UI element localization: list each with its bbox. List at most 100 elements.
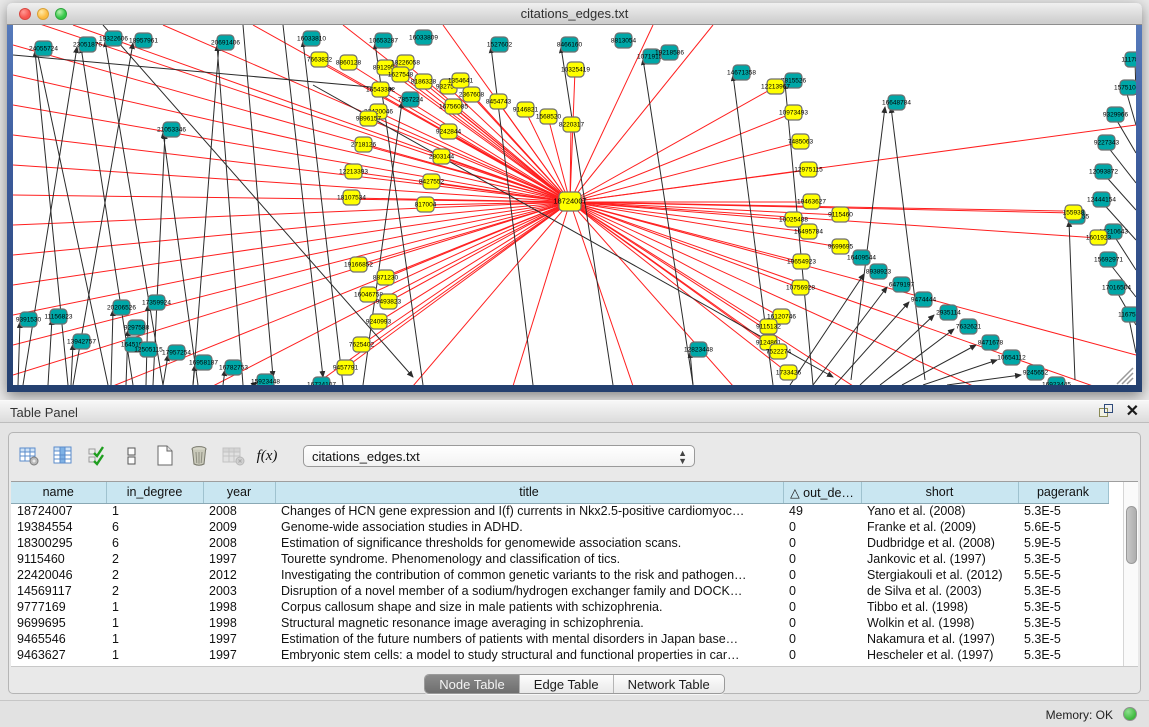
table-cell[interactable]: Estimation of the future numbers of pati…: [275, 631, 783, 647]
column-header-year[interactable]: year: [203, 482, 275, 503]
table-cell[interactable]: 1998: [203, 615, 275, 631]
select-rows-icon[interactable]: [85, 444, 109, 468]
table-cell[interactable]: 18724007: [11, 503, 106, 519]
graph-node[interactable]: 15751074: [1114, 80, 1136, 95]
table-row[interactable]: 1938455462009Genome-wide association stu…: [11, 519, 1108, 535]
table-cell[interactable]: Estimation of significance thresholds fo…: [275, 535, 783, 551]
table-row[interactable]: 977716911998Corpus callosum shape and si…: [11, 599, 1108, 615]
graph-node[interactable]: 7625402: [349, 337, 375, 352]
graph-node[interactable]: 12093872: [1089, 164, 1118, 179]
table-scrollbar-thumb[interactable]: [1126, 506, 1137, 564]
table-cell[interactable]: 22420046: [11, 567, 106, 583]
graph-node[interactable]: 15692971: [1094, 252, 1123, 267]
table-row[interactable]: 946362711997Embryonic stem cells: a mode…: [11, 647, 1108, 663]
graph-node[interactable]: 23051876: [73, 37, 102, 52]
graph-node[interactable]: 16033809: [409, 30, 438, 45]
table-cell[interactable]: 1997: [203, 551, 275, 567]
column-header-short[interactable]: short: [861, 482, 1018, 503]
tab-node-table[interactable]: Node Table: [425, 675, 520, 693]
column-header-out_de[interactable]: △ out_de…: [783, 482, 861, 503]
graph-node[interactable]: 1527602: [487, 37, 513, 52]
table-cell[interactable]: 9463627: [11, 647, 106, 663]
graph-node[interactable]: 10973493: [779, 105, 808, 120]
graph-node[interactable]: 18957961: [129, 33, 158, 48]
graph-node[interactable]: 17016504: [1102, 280, 1131, 295]
table-row[interactable]: 1830029562008Estimation of significance …: [11, 535, 1108, 551]
graph-node[interactable]: 2367608: [459, 87, 485, 102]
graph-node[interactable]: 12444154: [1087, 192, 1116, 207]
table-row[interactable]: 2242004622012Investigating the contribut…: [11, 567, 1108, 583]
graph-node[interactable]: 1117800: [1121, 52, 1136, 67]
table-cell[interactable]: 0: [783, 615, 861, 631]
column-header-name[interactable]: name: [11, 482, 106, 503]
table-cell[interactable]: 5.3E-5: [1018, 631, 1108, 647]
table-cell[interactable]: 0: [783, 535, 861, 551]
graph-node[interactable]: 7663822: [307, 52, 333, 67]
table-cell[interactable]: 5.3E-5: [1018, 503, 1108, 519]
table-settings-icon[interactable]: [17, 444, 41, 468]
table-cell[interactable]: 1: [106, 631, 203, 647]
graph-node[interactable]: 19654923: [787, 254, 816, 269]
table-cell[interactable]: 9699695: [11, 615, 106, 631]
graph-node[interactable]: 9457791: [333, 360, 359, 375]
graph-node[interactable]: 18107534: [337, 190, 366, 205]
close-panel-icon[interactable]: ✕: [1126, 404, 1139, 419]
table-cell[interactable]: Tibbo et al. (1998): [861, 599, 1018, 615]
table-cell[interactable]: 1: [106, 647, 203, 663]
column-chooser-icon[interactable]: [51, 444, 75, 468]
graph-node[interactable]: 20206526: [107, 300, 136, 315]
table-scrollbar[interactable]: [1123, 482, 1138, 666]
graph-node[interactable]: 10653287: [369, 33, 398, 48]
table-cell[interactable]: 0: [783, 567, 861, 583]
graph-node[interactable]: 14671358: [727, 65, 756, 80]
table-cell[interactable]: 1997: [203, 631, 275, 647]
table-cell[interactable]: 0: [783, 599, 861, 615]
new-file-icon[interactable]: [153, 444, 177, 468]
table-cell[interactable]: 2008: [203, 535, 275, 551]
delete-trash-icon[interactable]: [187, 444, 211, 468]
graph-node[interactable]: 8454743: [486, 94, 512, 109]
graph-node[interactable]: 24055724: [29, 41, 58, 56]
table-cell[interactable]: Disruption of a novel member of a sodium…: [275, 583, 783, 599]
table-cell[interactable]: de Silva et al. (2003): [861, 583, 1018, 599]
table-row[interactable]: 969969511998Structural magnetic resonanc…: [11, 615, 1108, 631]
table-cell[interactable]: 2009: [203, 519, 275, 535]
table-cell[interactable]: Yano et al. (2008): [861, 503, 1018, 519]
graph-node[interactable]: 16409544: [847, 250, 876, 265]
graph-node[interactable]: 15923448: [251, 374, 280, 385]
table-row[interactable]: 1872400712008Changes of HCN gene express…: [11, 503, 1108, 519]
tab-network-table[interactable]: Network Table: [614, 675, 724, 693]
table-cell[interactable]: 2008: [203, 503, 275, 519]
table-cell[interactable]: 5.3E-5: [1018, 599, 1108, 615]
float-panel-icon[interactable]: [1099, 404, 1114, 419]
table-row[interactable]: 911546021997Tourette syndrome. Phenomeno…: [11, 551, 1108, 567]
table-cell[interactable]: 18300295: [11, 535, 106, 551]
table-cell[interactable]: Investigating the contribution of common…: [275, 567, 783, 583]
column-header-pagerank[interactable]: pagerank: [1018, 482, 1108, 503]
table-cell[interactable]: 19384554: [11, 519, 106, 535]
table-cell[interactable]: Dudbridge et al. (2008): [861, 535, 1018, 551]
table-cell[interactable]: 5.6E-5: [1018, 519, 1108, 535]
row-height-icon[interactable]: [119, 444, 143, 468]
table-cell[interactable]: 5.3E-5: [1018, 551, 1108, 567]
graph-node[interactable]: 16724107: [307, 377, 336, 385]
graph-node[interactable]: 10756928: [786, 280, 815, 295]
table-cell[interactable]: 1: [106, 615, 203, 631]
table-cell[interactable]: Corpus callosum shape and size in male p…: [275, 599, 783, 615]
table-cell[interactable]: 1998: [203, 599, 275, 615]
table-cell[interactable]: 5.3E-5: [1018, 647, 1108, 663]
graph-node[interactable]: 16543382: [366, 82, 395, 97]
table-cell[interactable]: 1997: [203, 647, 275, 663]
table-cell[interactable]: Embryonic stem cells: a model to study s…: [275, 647, 783, 663]
table-cell[interactable]: Structural magnetic resonance image aver…: [275, 615, 783, 631]
graph-node[interactable]: 8938923: [866, 264, 892, 279]
graph-node[interactable]: 9245652: [1023, 365, 1049, 380]
table-cell[interactable]: 5.3E-5: [1018, 615, 1108, 631]
network-canvas[interactable]: 2405572423051876193226061895796121053346…: [13, 25, 1136, 385]
table-cell[interactable]: Franke et al. (2009): [861, 519, 1018, 535]
table-cell[interactable]: 1: [106, 503, 203, 519]
graph-node[interactable]: 8813054: [611, 33, 637, 48]
graph-node[interactable]: 17359924: [142, 295, 171, 310]
table-cell[interactable]: 2: [106, 567, 203, 583]
table-cell[interactable]: Genome-wide association studies in ADHD.: [275, 519, 783, 535]
